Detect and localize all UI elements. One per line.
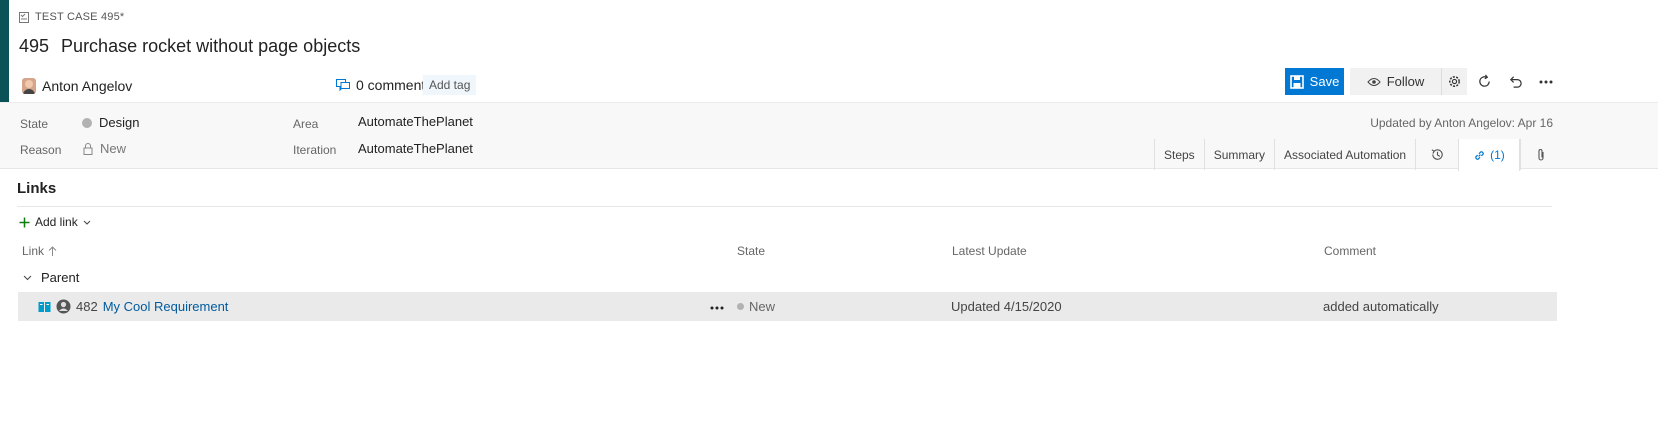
work-item-tabs: Steps Summary Associated Automation (1) <box>1154 139 1562 171</box>
add-link-label: Add link <box>35 215 78 229</box>
link-group-parent[interactable]: Parent <box>23 270 79 285</box>
state-dot-icon <box>82 117 92 128</box>
follow-label: Follow <box>1386 74 1425 89</box>
link-icon <box>1475 150 1484 160</box>
comments-count: 0 comments <box>356 77 433 93</box>
linked-item-latest-update: Updated 4/15/2020 <box>951 299 1062 314</box>
history-icon <box>1431 149 1443 160</box>
state-dot-icon <box>737 303 744 310</box>
gear-icon <box>1449 76 1460 87</box>
row-more-button[interactable] <box>710 297 724 313</box>
attachment-icon <box>1538 148 1544 161</box>
work-item-fields: State Design Reason New Area AutomateThe… <box>0 102 1658 171</box>
column-header-comment[interactable]: Comment <box>1324 244 1376 258</box>
comments-link[interactable]: 0 comments <box>336 77 432 93</box>
linked-item-comment: added automatically <box>1323 299 1439 314</box>
undo-button[interactable] <box>1502 68 1528 95</box>
follow-button[interactable]: Follow <box>1350 68 1441 95</box>
save-icon <box>1289 74 1304 89</box>
refresh-icon <box>1478 74 1490 87</box>
meta-row: Anton Angelov 0 comments Add tag Save Fo… <box>22 68 1642 98</box>
refresh-button[interactable] <box>1471 68 1497 95</box>
area-field[interactable]: AutomateThePlanet <box>358 114 473 129</box>
column-header-state[interactable]: State <box>737 244 765 258</box>
tab-associated-automation[interactable]: Associated Automation <box>1274 139 1415 170</box>
tab-links-count: (1) <box>1490 148 1505 162</box>
reason-value: New <box>100 141 127 156</box>
eye-icon <box>1367 77 1381 86</box>
tab-history[interactable] <box>1415 139 1458 170</box>
test-case-icon <box>19 11 29 23</box>
table-row[interactable]: 482 My Cool Requirement New Updated 4/15… <box>18 292 1557 321</box>
state-field[interactable]: Design <box>82 115 139 130</box>
chevron-down-icon <box>23 275 32 280</box>
iteration-label: Iteration <box>293 143 337 157</box>
tab-links[interactable]: (1) <box>1458 139 1520 171</box>
column-header-link-label: Link <box>22 244 45 258</box>
column-header-latest-update[interactable]: Latest Update <box>952 244 1027 258</box>
link-group-label: Parent <box>41 270 80 285</box>
save-label: Save <box>1309 74 1340 89</box>
linked-item-title[interactable]: My Cool Requirement <box>103 299 229 314</box>
plus-icon <box>19 217 30 227</box>
iteration-field[interactable]: AutomateThePlanet <box>358 141 473 156</box>
user-icon <box>56 299 71 314</box>
tab-summary[interactable]: Summary <box>1203 139 1274 170</box>
settings-button[interactable] <box>1441 68 1467 95</box>
reason-label: Reason <box>20 143 62 157</box>
column-header-link[interactable]: Link <box>22 244 57 258</box>
linked-item-id: 482 <box>76 299 98 314</box>
arrow-up-icon <box>48 245 57 256</box>
state-label: State <box>20 117 49 131</box>
work-item-type: TEST CASE 495* <box>19 11 124 23</box>
work-item-type-label: TEST CASE 495* <box>35 11 125 23</box>
updated-by[interactable]: Updated by Anton Angelov: Apr 16 <box>1370 116 1553 130</box>
tab-attachments[interactable] <box>1519 139 1562 170</box>
linked-item-state-value: New <box>749 299 776 314</box>
assigned-to[interactable]: Anton Angelov <box>42 78 132 94</box>
work-item-type-color-bar <box>0 0 9 106</box>
more-icon <box>1539 80 1553 83</box>
more-actions-button[interactable] <box>1533 68 1559 95</box>
links-section-title: Links <box>17 180 57 197</box>
add-link-button[interactable]: Add link <box>19 215 91 229</box>
add-tag-button[interactable]: Add tag <box>423 75 477 95</box>
link-cell: 482 My Cool Requirement <box>38 299 228 314</box>
avatar <box>22 78 36 94</box>
undo-icon <box>1509 76 1522 88</box>
tab-steps[interactable]: Steps <box>1154 139 1204 170</box>
page-title[interactable]: 495 Purchase rocket without page objects <box>19 36 360 57</box>
work-item-title[interactable]: Purchase rocket without page objects <box>61 36 360 57</box>
area-label: Area <box>293 117 319 131</box>
requirement-icon <box>38 301 51 312</box>
lock-icon <box>83 142 93 155</box>
more-icon <box>710 306 724 310</box>
work-item-header: TEST CASE 495* 495 Purchase rocket witho… <box>0 0 1658 106</box>
linked-item-state: New <box>737 299 775 314</box>
state-value: Design <box>99 115 140 130</box>
save-button[interactable]: Save <box>1285 68 1344 95</box>
links-divider <box>17 206 1552 207</box>
chevron-down-icon <box>83 220 91 225</box>
reason-field[interactable]: New <box>83 141 126 156</box>
comment-icon <box>336 78 350 91</box>
work-item-id: 495 <box>19 36 50 56</box>
